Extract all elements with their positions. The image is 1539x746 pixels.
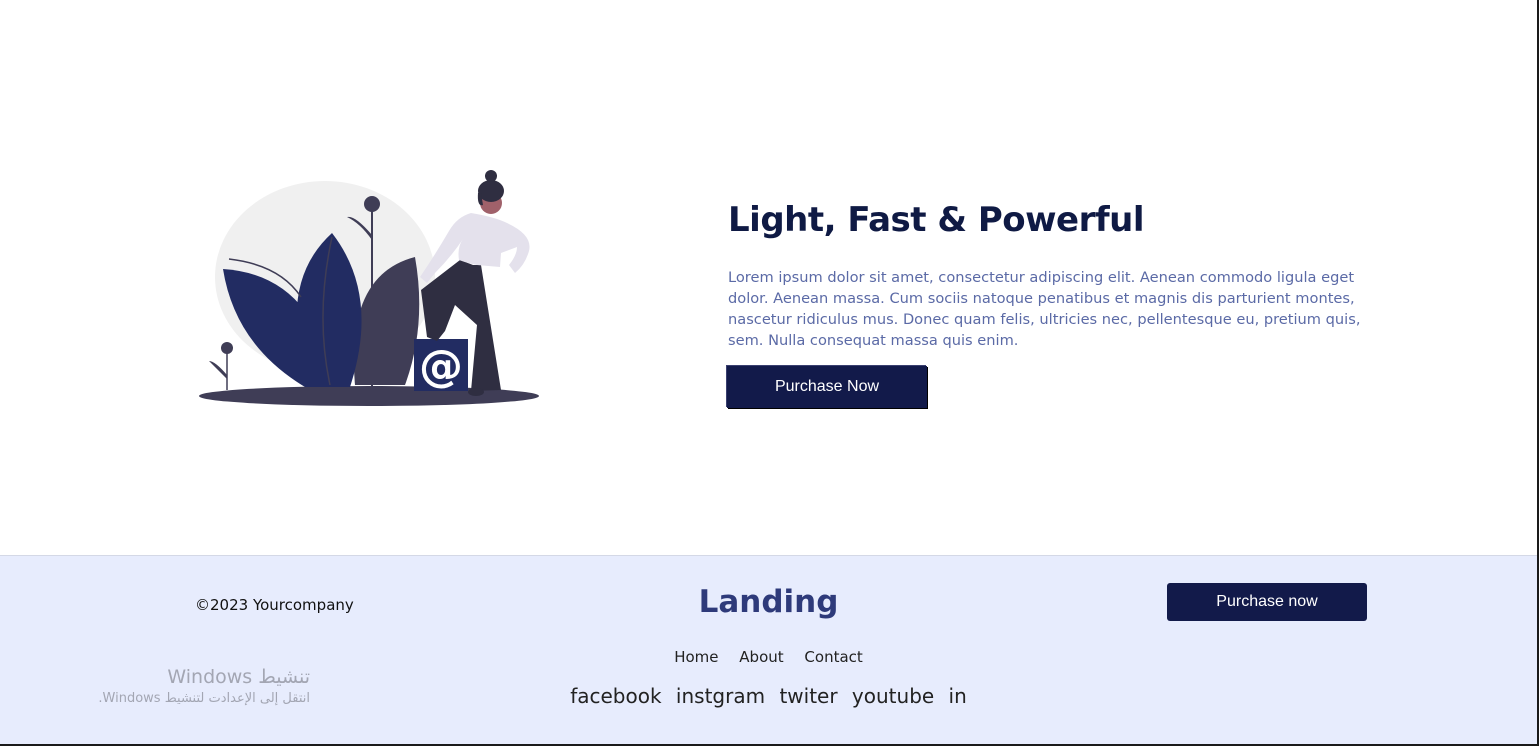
nav-link-home[interactable]: Home (674, 648, 718, 666)
windows-activation-watermark: تنشيط Windows انتقل إلى الإعدادت لتنشيط … (98, 664, 310, 708)
windows-activation-subtitle: انتقل إلى الإعدادت لتنشيط Windows. (98, 691, 310, 706)
footer: ©2023 Yourcompany Landing Purchase now H… (0, 555, 1537, 744)
svg-text:@: @ (419, 341, 463, 392)
hero-title: Light, Fast & Powerful (728, 200, 1145, 240)
social-link-linkedin[interactable]: in (949, 684, 967, 708)
purchase-now-button[interactable]: Purchase Now (727, 366, 927, 408)
woman-at-sign-illustration: @ (199, 170, 539, 406)
social-link-youtube[interactable]: youtube (852, 684, 934, 708)
nav-link-about[interactable]: About (739, 648, 783, 666)
social-link-twitter[interactable]: twiter (779, 684, 837, 708)
hero-description: Lorem ipsum dolor sit amet, consectetur … (728, 269, 1361, 349)
windows-activation-title: تنشيط Windows (167, 666, 310, 688)
hero-section: @ Light, Fast & Powerful Lorem ipsum dol… (0, 0, 1537, 555)
footer-purchase-button[interactable]: Purchase now (1167, 583, 1367, 621)
hero-content: Light, Fast & Powerful Lorem ipsum dolor… (728, 195, 1388, 351)
nav-link-contact[interactable]: Contact (804, 648, 862, 666)
social-link-instagram[interactable]: instgram (676, 684, 765, 708)
social-link-facebook[interactable]: facebook (570, 684, 661, 708)
